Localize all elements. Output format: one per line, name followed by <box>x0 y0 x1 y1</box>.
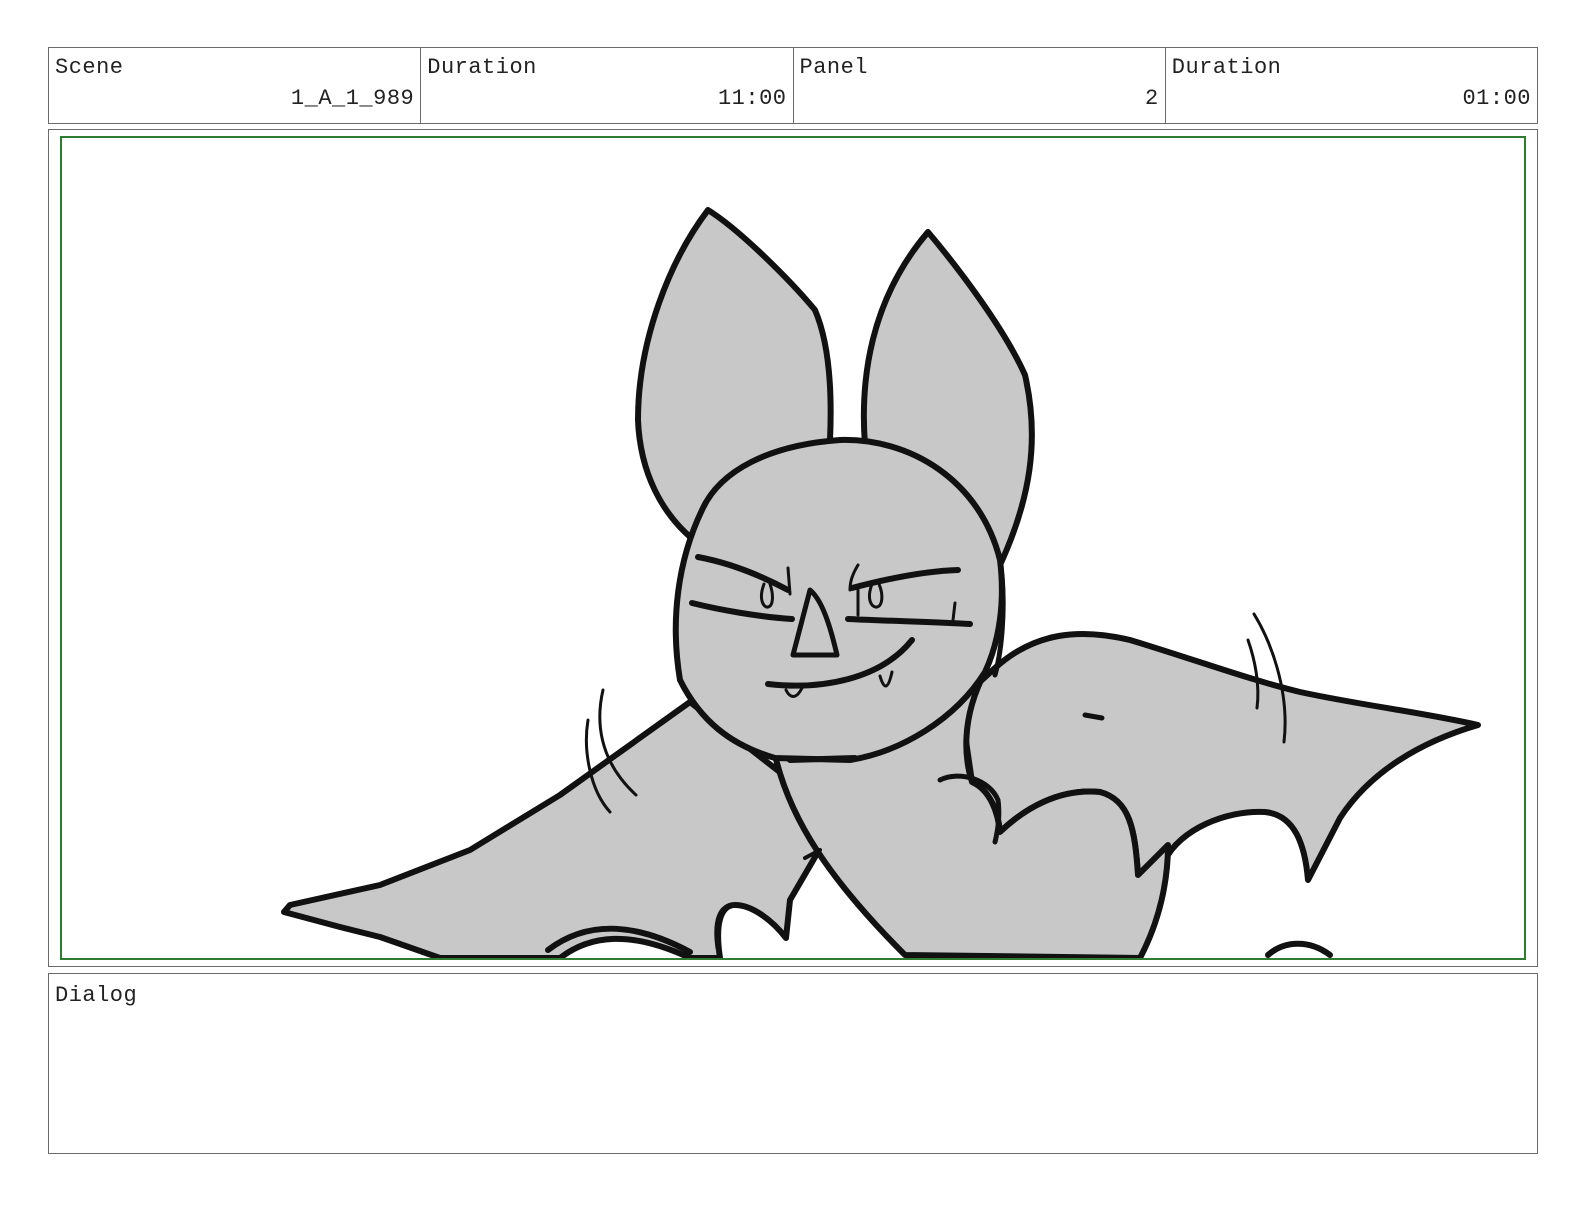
panel-cell: Panel 2 <box>794 48 1166 123</box>
dialog-label: Dialog <box>55 983 138 1008</box>
scene-duration-cell: Duration 11:00 <box>421 48 794 123</box>
panel-duration-label: Duration <box>1171 55 1282 80</box>
panel-duration-value: 01:00 <box>1462 86 1531 111</box>
panel-value: 2 <box>1145 86 1159 111</box>
scene-value: 1_A_1_989 <box>290 86 415 111</box>
storyboard-header: Scene 1_A_1_989 Duration 11:00 Panel 2 D… <box>48 47 1538 124</box>
head <box>672 436 1005 763</box>
panel-duration-cell: Duration 01:00 <box>1166 48 1537 123</box>
panel-label: Panel <box>799 55 869 80</box>
scene-duration-label: Duration <box>427 55 537 80</box>
dialog-box: Dialog <box>48 973 1538 1154</box>
panel-artwork <box>60 136 1526 959</box>
scene-duration-value: 11:00 <box>717 86 787 111</box>
scene-label: Scene <box>55 55 124 80</box>
scene-cell: Scene 1_A_1_989 <box>49 48 422 123</box>
